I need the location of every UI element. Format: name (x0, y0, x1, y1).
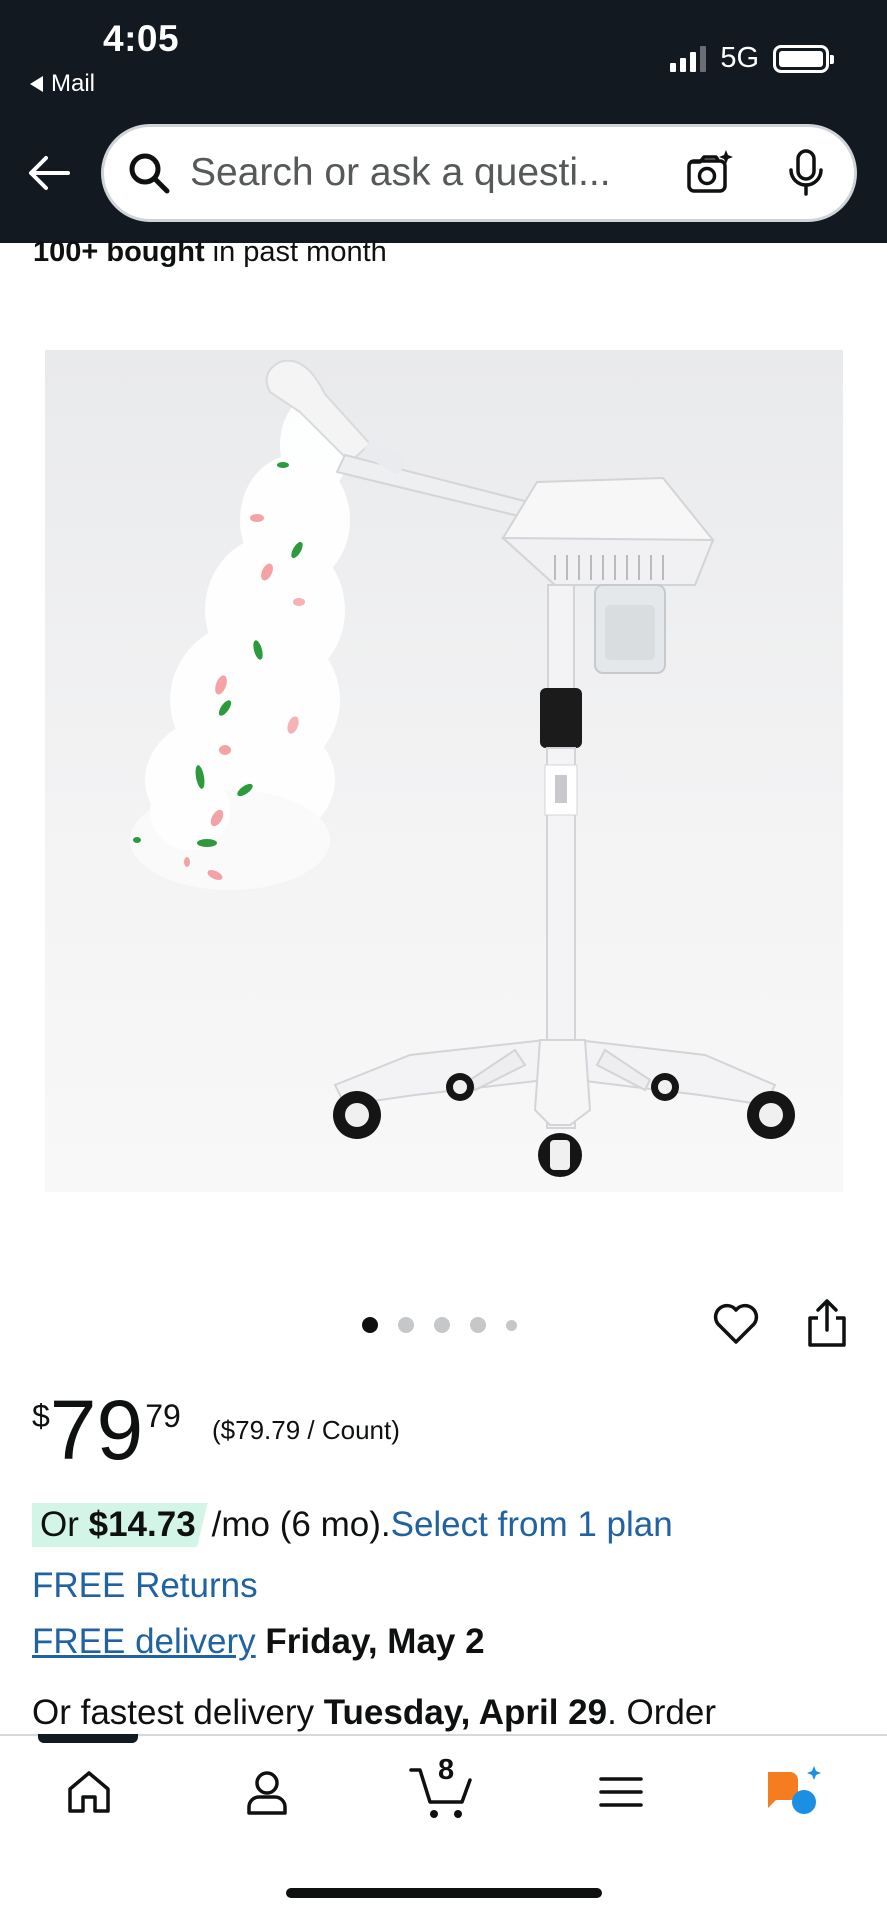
search-input[interactable]: Search or ask a questi... (190, 151, 664, 195)
signal-icon (670, 45, 707, 72)
installment-offer: Or $14.73 /mo (6 mo). Select from 1 plan (32, 1503, 673, 1547)
fastest-delivery: Or fastest delivery Tuesday, April 29. O… (32, 1693, 717, 1732)
active-tab-indicator (38, 1734, 138, 1743)
free-returns-link[interactable]: FREE Returns (32, 1566, 258, 1606)
network-label: 5G (720, 42, 759, 74)
price: $ 79 79 (32, 1383, 181, 1477)
status-indicators: 5G (670, 42, 834, 75)
bought-count: 100+ bought in past month (33, 236, 387, 268)
home-indicator (286, 1888, 602, 1898)
home-icon[interactable] (64, 1762, 114, 1822)
battery-icon (773, 44, 834, 73)
carousel-dot[interactable] (362, 1317, 378, 1333)
back-triangle-icon (30, 76, 43, 92)
carousel-dot[interactable] (506, 1319, 517, 1331)
select-plan-link[interactable]: Select from 1 plan (391, 1505, 673, 1545)
unit-price: ($79.79 / Count) (212, 1415, 400, 1445)
search-icon (129, 153, 170, 194)
menu-icon[interactable] (598, 1762, 644, 1822)
product-image[interactable] (45, 350, 843, 1192)
carousel-dot[interactable] (434, 1317, 450, 1333)
delivery-date: Friday, May 2 (265, 1622, 485, 1661)
back-app-label: Mail (51, 70, 96, 97)
delivery-info: FREE delivery Friday, May 2 (32, 1622, 485, 1662)
back-to-mail-link[interactable]: Mail (30, 70, 95, 98)
account-icon[interactable] (242, 1762, 292, 1822)
carousel-dot[interactable] (470, 1317, 486, 1333)
cart-count: 8 (438, 1754, 455, 1786)
installment-term: /mo (6 mo). (211, 1505, 391, 1544)
cart-button[interactable]: 8 (408, 1754, 476, 1822)
carousel-dot[interactable] (398, 1317, 414, 1333)
camera-search-icon[interactable] (684, 148, 734, 198)
free-delivery-link[interactable]: FREE delivery (32, 1622, 256, 1661)
search-bar[interactable]: Search or ask a questi... (101, 124, 857, 222)
microphone-icon[interactable] (784, 148, 828, 198)
share-icon[interactable] (805, 1298, 849, 1348)
steamer-body (265, 359, 795, 1177)
rufus-assistant-icon[interactable] (762, 1762, 826, 1822)
installment-badge: Or $14.73 (32, 1503, 208, 1547)
back-arrow-icon[interactable] (26, 150, 72, 196)
image-carousel-dots[interactable] (362, 1317, 517, 1333)
status-time: 4:05 (103, 18, 180, 59)
steam-cloud (130, 395, 350, 890)
heart-icon[interactable] (712, 1300, 760, 1346)
